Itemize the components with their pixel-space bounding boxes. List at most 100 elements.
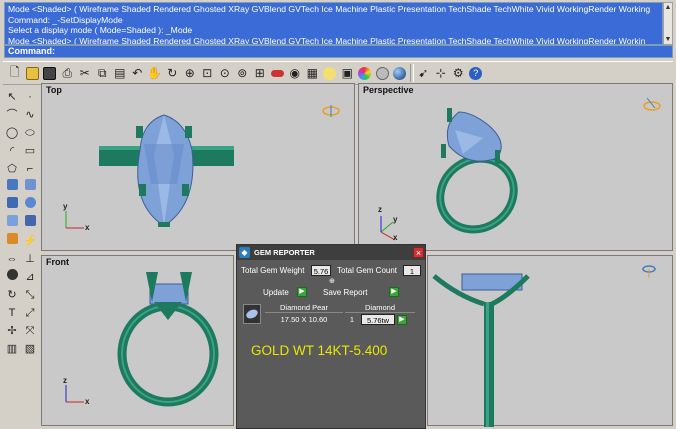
total-gem-count-field[interactable]: 1 (403, 265, 421, 276)
zoom-dynamic-icon[interactable]: ⊕ (181, 63, 199, 83)
collapse-icon[interactable]: ⊕ (329, 277, 335, 285)
axis-x-label: x (85, 397, 90, 406)
ungroup-icon[interactable]: ▧ (22, 341, 38, 357)
gem-weight-cell: 5.76tw (361, 314, 395, 325)
viewport-perspective[interactable]: Perspective x y z (358, 83, 673, 251)
render-tool-icon[interactable] (4, 269, 20, 285)
print-icon[interactable]: ⎙ (59, 63, 77, 83)
history-line: Select a display mode ( Mode=Shaded ): _… (8, 25, 193, 36)
viewport-top[interactable]: Top x y (41, 83, 355, 251)
extrude-icon[interactable] (22, 179, 38, 195)
total-gem-count-label: Total Gem Count (337, 266, 398, 275)
material-icon[interactable] (374, 63, 392, 83)
history-scrollbar[interactable]: ▲ ▼ (663, 2, 673, 45)
gem-thumbnail[interactable] (243, 304, 261, 324)
pan-icon[interactable]: ✋ (146, 63, 164, 83)
gem-reporter-title: GEM REPORTER (237, 245, 425, 260)
group-icon[interactable]: ▥ (4, 341, 20, 357)
fillet-icon[interactable]: ⌐ (22, 161, 38, 177)
gold-weight-text: GOLD WT 14KT-5.400 (251, 343, 388, 358)
grid-options-icon[interactable]: ⊹ (432, 63, 450, 83)
save-report-button[interactable]: Save Report (323, 287, 367, 299)
update-button[interactable]: Update (263, 287, 289, 299)
lightbulb-icon[interactable] (321, 63, 339, 83)
car-icon[interactable] (269, 63, 287, 83)
total-gem-weight-label: Total Gem Weight (241, 266, 305, 275)
open-icon[interactable] (24, 63, 42, 83)
select-icon[interactable]: ↖ (4, 89, 20, 105)
scroll-down-icon[interactable]: ▼ (664, 35, 672, 44)
join-icon[interactable]: ⤢ (22, 305, 38, 321)
viewport-right[interactable] (427, 255, 673, 427)
render-icon[interactable] (356, 63, 374, 83)
undo-icon[interactable]: ↶ (129, 63, 147, 83)
command-history: Mode <Shaded> ( Wireframe Shaded Rendere… (4, 2, 663, 45)
history-line: Command: _-SetDisplayMode (8, 14, 123, 25)
column-header: Diamond Pear (265, 303, 343, 313)
sphere-icon[interactable] (391, 63, 409, 83)
paste-icon[interactable]: ▤ (111, 63, 129, 83)
axis-y-label: y (393, 215, 398, 224)
text-icon[interactable]: ⊥ (22, 251, 38, 267)
zoom-selected-icon[interactable]: ⊚ (234, 63, 252, 83)
cursor-icon[interactable]: ➹ (415, 63, 433, 83)
rotate-tool-icon[interactable]: ↻ (4, 287, 20, 303)
gem-table: Diamond Pear Diamond 17.50 X 10.60 1 5.7… (243, 303, 419, 327)
main-toolbar: ↖ · ⌒ ∿ ◯ ⬭ ◜ ▭ ⬠ ⌐ ⚡ ⇔ ⊥ ⊿ ↻ ⤡ T ⤢ ✢ ⤧ … (3, 87, 41, 429)
properties-icon[interactable]: ▣ (339, 63, 357, 83)
four-view-icon[interactable]: ⊞ (251, 63, 269, 83)
new-icon[interactable]: 🗋 (6, 63, 24, 83)
row-arrow-icon[interactable]: ▶ (397, 315, 407, 325)
polygon-icon[interactable]: ⬠ (4, 161, 20, 177)
mesh-icon[interactable] (4, 215, 20, 231)
array-icon[interactable]: ⤧ (22, 323, 38, 339)
axis-widget: x z (63, 376, 94, 409)
boolean-icon[interactable] (22, 215, 38, 231)
scroll-up-icon[interactable]: ▲ (664, 3, 672, 12)
curve-icon[interactable]: ∿ (22, 107, 38, 123)
column-header: Diamond (345, 303, 415, 313)
viewport-compass-icon (638, 264, 660, 278)
axis-z-label: z (63, 376, 67, 385)
axis-widget: x y (63, 202, 94, 235)
update-arrow-icon[interactable]: ▶ (297, 287, 307, 297)
zoom-window-icon[interactable]: ⊡ (199, 63, 217, 83)
rotate-icon[interactable]: ↻ (164, 63, 182, 83)
camera-icon[interactable]: ◉ (286, 63, 304, 83)
close-button[interactable]: × (413, 247, 424, 258)
analyze-icon[interactable]: ⚡ (22, 233, 38, 249)
axis-x-label: x (393, 233, 398, 242)
gem-logo-icon: ◆ (239, 247, 250, 258)
zoom-extents-icon[interactable]: ⊙ (216, 63, 234, 83)
circle-icon[interactable]: ◯ (4, 125, 20, 141)
point-icon[interactable]: · (22, 89, 38, 105)
history-line: Mode <Shaded> ( Wireframe Shaded Rendere… (8, 4, 651, 14)
viewport-front[interactable]: Front x z (41, 255, 234, 426)
trim-icon[interactable]: T (4, 305, 20, 321)
toolbar-separator (409, 64, 414, 82)
dimension-icon[interactable]: ⇔ (4, 251, 20, 267)
axis-widget: x y z (371, 205, 401, 247)
surface-icon[interactable] (4, 179, 20, 195)
transform-icon[interactable] (4, 233, 20, 249)
copy-icon[interactable]: ⧉ (94, 63, 112, 83)
save-icon[interactable] (41, 63, 59, 83)
arc-icon[interactable]: ◜ (4, 143, 20, 159)
help-icon[interactable]: ? (467, 63, 485, 83)
rectangle-icon[interactable]: ▭ (22, 143, 38, 159)
ellipse-icon[interactable]: ⬭ (22, 125, 38, 141)
explode-icon[interactable]: ✢ (4, 323, 20, 339)
command-input[interactable]: Command: (4, 45, 673, 58)
save-report-arrow-icon[interactable]: ▶ (389, 287, 399, 297)
solid-box-icon[interactable] (4, 197, 20, 213)
settings-icon[interactable]: ⚙ (450, 63, 468, 83)
ring-side-view (432, 273, 530, 427)
cut-icon[interactable]: ✂ (76, 63, 94, 83)
split-icon[interactable]: ⊿ (22, 269, 38, 285)
layers-icon[interactable]: ▦ (304, 63, 322, 83)
total-gem-weight-field[interactable]: 5.76 (311, 265, 331, 276)
scale-icon[interactable]: ⤡ (22, 287, 38, 303)
polyline-icon[interactable]: ⌒ (4, 107, 20, 123)
axis-z-label: z (378, 205, 382, 214)
solid-sphere-icon[interactable] (22, 197, 38, 213)
